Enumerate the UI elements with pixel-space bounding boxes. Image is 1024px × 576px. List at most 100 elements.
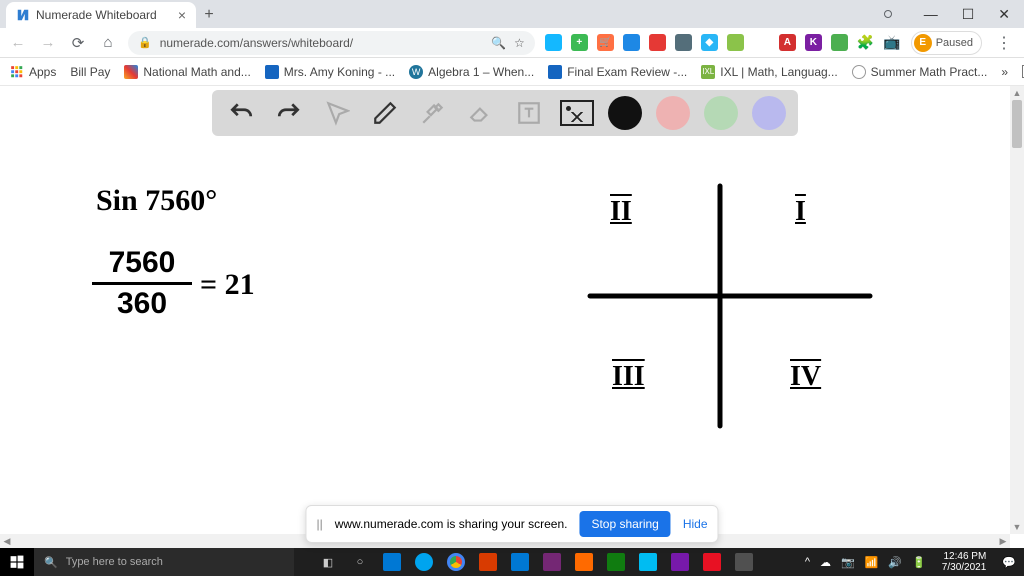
scroll-thumb[interactable]	[1012, 100, 1022, 148]
taskbar-app[interactable]	[569, 548, 599, 576]
taskbar-app[interactable]	[697, 548, 727, 576]
eraser-tool[interactable]	[464, 96, 498, 130]
pencil-tool[interactable]	[368, 96, 402, 130]
apps-shortcut[interactable]: Apps	[10, 65, 56, 79]
stop-sharing-button[interactable]: Stop sharing	[579, 511, 670, 537]
maximize-button[interactable]: ☐	[962, 6, 975, 23]
taskbar-app[interactable]	[665, 548, 695, 576]
vertical-scrollbar[interactable]: ▲ ▼	[1010, 86, 1024, 534]
scroll-left-arrow[interactable]: ◀	[0, 534, 14, 548]
volume-icon[interactable]: 🔊	[888, 556, 902, 569]
ext-icon-2[interactable]: +	[571, 34, 588, 51]
bookmark-star-icon[interactable]: ☆	[514, 36, 525, 50]
lock-icon: 🔒	[138, 36, 152, 49]
bookmarks-overflow[interactable]: »	[1001, 65, 1008, 79]
taskbar-app[interactable]	[601, 548, 631, 576]
scroll-down-arrow[interactable]: ▼	[1010, 520, 1024, 534]
taskbar-search[interactable]: 🔍 Type here to search	[34, 548, 294, 576]
omnibox[interactable]: 🔒 numerade.com/answers/whiteboard/ 🔍 ☆	[128, 31, 535, 55]
start-button[interactable]	[0, 548, 34, 576]
taskbar-app-chrome[interactable]	[441, 548, 471, 576]
bookmark-item[interactable]: Summer Math Pract...	[852, 65, 988, 79]
profile-state: Paused	[936, 37, 973, 49]
bookmark-item[interactable]: WAlgebra 1 – When...	[409, 65, 534, 79]
numerade-favicon	[16, 8, 30, 22]
ext-icon-4[interactable]	[623, 34, 640, 51]
cast-icon[interactable]: 📺	[883, 34, 900, 51]
address-bar: ← → ⟳ ⌂ 🔒 numerade.com/answers/whiteboar…	[0, 28, 1024, 58]
search-in-page-icon[interactable]: 🔍	[491, 36, 506, 50]
battery-icon[interactable]: 🔋	[912, 556, 926, 569]
ext-icon-6[interactable]	[675, 34, 692, 51]
new-tab-button[interactable]: +	[196, 2, 222, 28]
back-button[interactable]: ←	[8, 34, 28, 51]
bookmark-label: Mrs. Amy Koning - ...	[284, 65, 395, 79]
taskbar-app[interactable]	[473, 548, 503, 576]
browser-tab[interactable]: Numerade Whiteboard ×	[6, 2, 196, 28]
hw-numerator: 7560	[92, 246, 192, 280]
cortana-icon[interactable]: ○	[345, 548, 375, 576]
forward-button[interactable]: →	[38, 34, 58, 51]
bookmarks-bar: Apps Bill Pay National Math and... Mrs. …	[0, 58, 1024, 86]
bookmark-favicon	[124, 65, 138, 79]
extension-icons: + 🛒 ◆ ↘ A K 🧩 📺	[545, 34, 901, 51]
profile-avatar: E	[914, 34, 932, 52]
pointer-tool[interactable]	[320, 96, 354, 130]
ext-icon-3[interactable]: 🛒	[597, 34, 614, 51]
bookmark-item[interactable]: Final Exam Review -...	[548, 65, 687, 79]
close-tab-icon[interactable]: ×	[178, 7, 186, 23]
taskbar-app[interactable]	[537, 548, 567, 576]
color-black[interactable]	[608, 96, 642, 130]
ext-icon-1[interactable]	[545, 34, 562, 51]
ext-icon-7[interactable]: ◆	[701, 34, 718, 51]
profile-chip[interactable]: E Paused	[911, 31, 982, 55]
hw-fraction: 7560 360	[92, 246, 192, 321]
taskbar-app[interactable]	[377, 548, 407, 576]
notifications-icon[interactable]: 💬	[1002, 556, 1016, 569]
bookmark-favicon	[265, 65, 279, 79]
bookmark-item[interactable]: Bill Pay	[70, 65, 110, 79]
taskbar-app[interactable]	[409, 548, 439, 576]
scroll-up-arrow[interactable]: ▲	[1010, 86, 1024, 100]
redo-button[interactable]	[272, 96, 306, 130]
window-controls: — ☐ ✕	[870, 0, 1024, 28]
taskbar-app[interactable]	[729, 548, 759, 576]
tray-chevron-icon[interactable]: ^	[805, 556, 810, 568]
search-placeholder: Type here to search	[66, 556, 163, 568]
ext-icon-11[interactable]: K	[805, 34, 822, 51]
chrome-menu-icon[interactable]: ⋮	[992, 33, 1016, 53]
close-window-button[interactable]: ✕	[998, 6, 1010, 23]
bookmark-item[interactable]: IXLIXL | Math, Languag...	[701, 65, 837, 79]
bookmark-favicon	[548, 65, 562, 79]
minimize-button[interactable]: —	[924, 6, 938, 22]
scroll-right-arrow[interactable]: ▶	[996, 534, 1010, 548]
tools-button[interactable]	[416, 96, 450, 130]
color-green[interactable]	[704, 96, 738, 130]
task-view-icon[interactable]: ◧	[313, 548, 343, 576]
ext-icon-9[interactable]: ↘	[753, 34, 770, 51]
home-button[interactable]: ⌂	[98, 34, 118, 51]
meet-now-icon[interactable]: 📷	[841, 556, 855, 569]
extensions-puzzle-icon[interactable]: 🧩	[857, 34, 874, 51]
onedrive-icon[interactable]: ☁	[820, 556, 831, 569]
taskbar-app[interactable]	[633, 548, 663, 576]
taskbar-clock[interactable]: 12:46 PM 7/30/2021	[936, 551, 993, 573]
color-purple[interactable]	[752, 96, 786, 130]
bookmark-item[interactable]: National Math and...	[124, 65, 250, 79]
hide-share-bar-button[interactable]: Hide	[683, 517, 708, 531]
ext-icon-12[interactable]	[831, 34, 848, 51]
undo-button[interactable]	[224, 96, 258, 130]
color-pink[interactable]	[656, 96, 690, 130]
reload-button[interactable]: ⟳	[68, 34, 88, 52]
taskbar-app[interactable]	[505, 548, 535, 576]
clock-time: 12:46 PM	[942, 551, 987, 562]
wifi-icon[interactable]: 📶	[865, 556, 879, 569]
image-tool[interactable]	[560, 96, 594, 130]
chrome-account-icon[interactable]	[884, 10, 892, 18]
ext-icon-10[interactable]: A	[779, 34, 796, 51]
text-tool[interactable]	[512, 96, 546, 130]
ext-icon-5[interactable]	[649, 34, 666, 51]
ext-icon-8[interactable]	[727, 34, 744, 51]
quadrant-2-label: II	[610, 196, 632, 228]
bookmark-item[interactable]: Mrs. Amy Koning - ...	[265, 65, 395, 79]
